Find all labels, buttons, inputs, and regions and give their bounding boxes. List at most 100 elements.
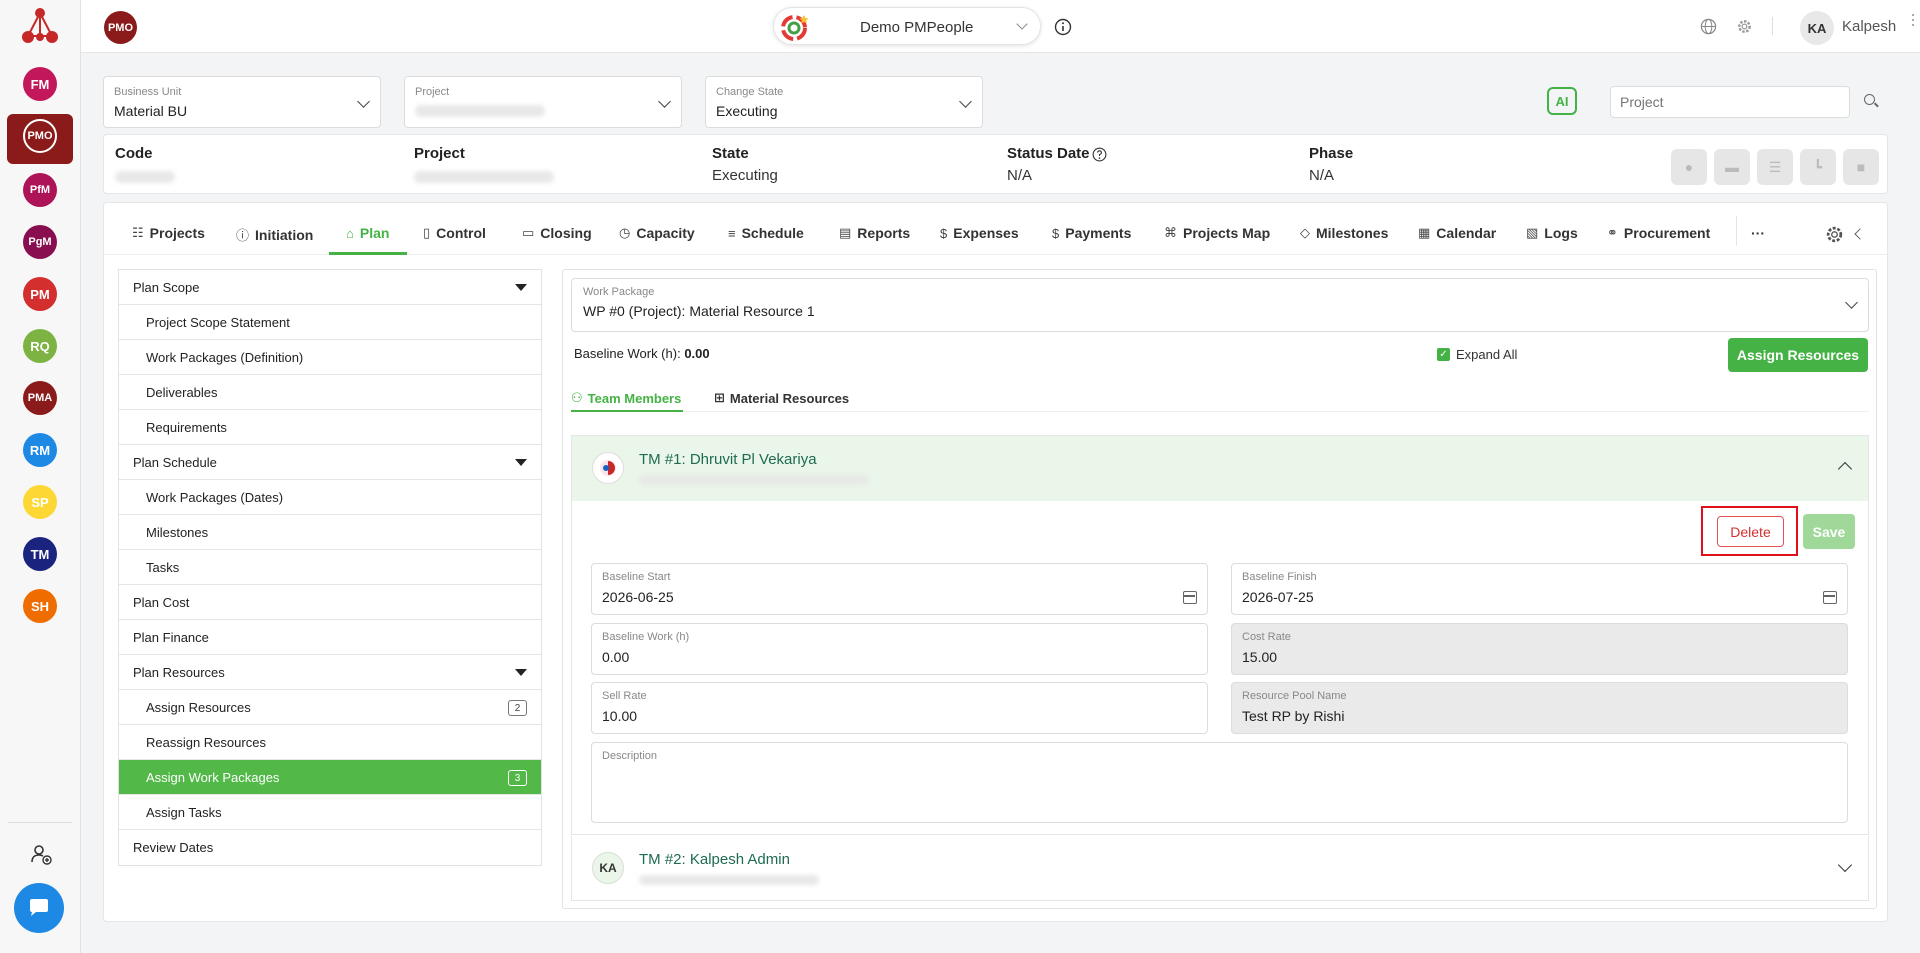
business-unit-select[interactable]: Business Unit Material BU <box>103 76 381 128</box>
phase-heading: Phase <box>1309 145 1354 162</box>
nav-plan-schedule[interactable]: Plan Schedule <box>119 445 541 480</box>
nav-milestones[interactable]: Milestones <box>119 515 541 550</box>
baseline-work-value: 0.00 <box>602 649 630 665</box>
nav-plan-scope[interactable]: Plan Scope <box>119 270 541 305</box>
nav-plan-finance[interactable]: Plan Finance <box>119 620 541 655</box>
tab-expenses[interactable]: $ Expenses <box>940 225 1019 241</box>
nav-project-scope-statement[interactable]: Project Scope Statement <box>119 305 541 340</box>
info-icon[interactable] <box>1054 18 1072 36</box>
tab-payments[interactable]: $ Payments <box>1052 225 1131 241</box>
tab-projects[interactable]: ☷ Projects <box>132 225 205 241</box>
module-badge[interactable]: PMO <box>104 11 137 44</box>
hierarchy-button[interactable]: ┗ <box>1800 149 1836 185</box>
active-subtab-indicator <box>571 410 683 412</box>
tab-calendar[interactable]: ▦ Calendar <box>1418 225 1496 241</box>
nav-reassign-resources[interactable]: Reassign Resources <box>119 725 541 760</box>
search-icon[interactable] <box>1864 94 1875 105</box>
sell-rate-field[interactable]: Sell Rate 10.00 <box>591 682 1208 734</box>
app-logo-icon[interactable] <box>18 6 62 46</box>
caret-down-icon <box>515 284 527 291</box>
help-icon[interactable] <box>1092 147 1107 162</box>
ai-assistant-icon[interactable]: AI <box>1547 87 1577 115</box>
save-button[interactable]: Save <box>1803 514 1855 549</box>
calendar-icon[interactable] <box>1823 591 1837 604</box>
tab-logs[interactable]: ▧ Logs <box>1526 225 1578 241</box>
nav-work-packages-definition[interactable]: Work Packages (Definition) <box>119 340 541 375</box>
nav-assign-tasks[interactable]: Assign Tasks <box>119 795 541 830</box>
expand-all-toggle[interactable]: ✓ Expand All <box>1437 347 1517 362</box>
nav-work-packages-dates[interactable]: Work Packages (Dates) <box>119 480 541 515</box>
project-search-input[interactable] <box>1610 86 1850 118</box>
chevron-up-icon[interactable] <box>1837 461 1853 477</box>
company-selector[interactable]: Demo PMPeople <box>773 7 1041 45</box>
work-package-select[interactable]: Work Package WP #0 (Project): Material R… <box>571 278 1869 332</box>
subtab-team-members[interactable]: ⚇ Team Members <box>571 390 681 406</box>
comments-button[interactable]: ● <box>1671 149 1707 185</box>
team-member-subtitle-blurred <box>639 475 869 485</box>
checkbox-checked-icon[interactable]: ✓ <box>1437 348 1450 361</box>
team-member-card: TM #1: Dhruvit Pl Vekariya Delete Save B… <box>571 435 1869 835</box>
tab-plan[interactable]: ⌂ Plan <box>346 225 389 241</box>
nav-review-dates[interactable]: Review Dates <box>119 830 541 865</box>
sidebar-item-pgm[interactable]: PgM <box>23 225 57 259</box>
baseline-work-field[interactable]: Baseline Work (h) 0.00 <box>591 623 1208 675</box>
team-member-card-collapsed[interactable]: KA TM #2: Kalpesh Admin <box>571 836 1869 901</box>
chevron-down-icon[interactable] <box>1837 857 1853 873</box>
list-button[interactable]: ☰ <box>1757 149 1793 185</box>
tabs-more-button[interactable]: ··· <box>1751 225 1765 241</box>
count-badge: 3 <box>508 770 527 786</box>
team-member-header[interactable]: TM #1: Dhruvit Pl Vekariya <box>572 436 1868 501</box>
sidebar-item-fm[interactable]: FM <box>23 67 57 101</box>
delete-button[interactable]: Delete <box>1717 516 1784 547</box>
tab-reports[interactable]: ▤ Reports <box>839 225 910 241</box>
user-add-icon[interactable] <box>29 842 53 866</box>
calendar-icon[interactable] <box>1183 591 1197 604</box>
assign-resources-button[interactable]: Assign Resources <box>1728 338 1868 372</box>
sidebar-item-rq[interactable]: RQ <box>23 329 57 363</box>
tab-capacity[interactable]: ◷ Capacity <box>619 225 695 241</box>
user-avatar[interactable]: KA <box>1800 11 1834 45</box>
list-icon: ☰ <box>1768 158 1782 175</box>
nav-plan-cost[interactable]: Plan Cost <box>119 585 541 620</box>
nav-plan-resources[interactable]: Plan Resources <box>119 655 541 690</box>
nav-requirements[interactable]: Requirements <box>119 410 541 445</box>
tab-initiation[interactable]: ⓘ Initiation <box>236 225 313 244</box>
project-select[interactable]: Project <box>404 76 682 128</box>
briefcase-button[interactable]: ■ <box>1843 149 1879 185</box>
chevron-left-icon[interactable] <box>1854 228 1866 240</box>
chat-button[interactable] <box>14 883 64 933</box>
tab-milestones[interactable]: ◇ Milestones <box>1300 225 1388 241</box>
baseline-start-field[interactable]: Baseline Start 2026-06-25 <box>591 563 1208 615</box>
sidebar-item-sh[interactable]: SH <box>23 589 57 623</box>
nav-assign-resources[interactable]: Assign Resources 2 <box>119 690 541 725</box>
documents-button[interactable]: ▬ <box>1714 149 1750 185</box>
sidebar-item-pfm[interactable]: PfM <box>23 173 57 207</box>
sidebar-item-sp[interactable]: SP <box>23 485 57 519</box>
globe-icon[interactable] <box>1700 18 1717 35</box>
baseline-finish-field[interactable]: Baseline Finish 2026-07-25 <box>1231 563 1848 615</box>
comment-icon: ● <box>1684 159 1694 175</box>
tab-procurement[interactable]: ⚭ Procurement <box>1607 225 1710 241</box>
gear-icon[interactable] <box>1736 18 1753 35</box>
sidebar-item-tm[interactable]: TM <box>23 537 57 571</box>
app-sidebar: FM PMO PfM PgM PM RQ PMA RM SP TM SH <box>0 0 81 953</box>
tab-control[interactable]: ▯ Control <box>423 225 486 241</box>
tab-schedule[interactable]: ≡ Schedule <box>728 225 804 241</box>
user-name[interactable]: Kalpesh <box>1842 18 1896 35</box>
subtab-material-resources[interactable]: ⊞ Material Resources <box>714 390 849 406</box>
tab-closing[interactable]: ▭ Closing <box>522 225 592 241</box>
nav-assign-work-packages[interactable]: Assign Work Packages 3 <box>119 760 541 795</box>
change-state-select[interactable]: Change State Executing <box>705 76 983 128</box>
cost-rate-field: Cost Rate 15.00 <box>1231 623 1848 675</box>
description-field[interactable]: Description <box>591 742 1848 823</box>
business-unit-label: Business Unit <box>114 86 182 98</box>
nav-tasks[interactable]: Tasks <box>119 550 541 585</box>
tab-projects-map[interactable]: ⌘ Projects Map <box>1164 225 1270 241</box>
gear-icon[interactable] <box>1825 225 1844 244</box>
sidebar-item-pma[interactable]: PMA <box>23 381 57 415</box>
sidebar-item-rm[interactable]: RM <box>23 433 57 467</box>
project-select-label: Project <box>415 86 450 98</box>
nav-deliverables[interactable]: Deliverables <box>119 375 541 410</box>
sidebar-item-pmo[interactable]: PMO <box>23 119 57 153</box>
sidebar-item-pm[interactable]: PM <box>23 277 57 311</box>
